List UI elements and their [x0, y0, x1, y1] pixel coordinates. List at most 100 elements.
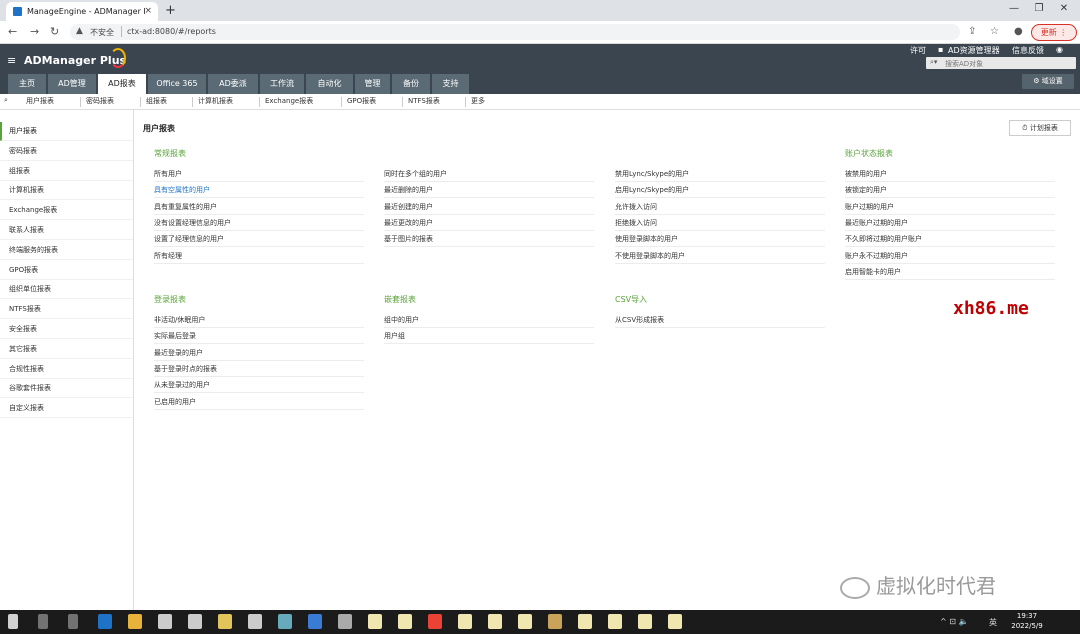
- notepad-icon[interactable]: [668, 614, 682, 629]
- profile-icon[interactable]: ●: [1014, 26, 1023, 37]
- nav-tab[interactable]: Office 365: [148, 74, 206, 94]
- sidebar-item[interactable]: Exchange报表: [0, 201, 133, 221]
- report-link[interactable]: 最近创建的用户: [384, 202, 433, 212]
- close-window-icon[interactable]: ✕: [1052, 3, 1076, 14]
- subnav-item[interactable]: 计算机报表: [198, 96, 233, 106]
- nav-tab[interactable]: AD管理: [48, 74, 96, 94]
- report-link[interactable]: 所有经理: [154, 251, 182, 261]
- report-link[interactable]: 使用登录脚本的用户: [615, 234, 678, 244]
- report-link[interactable]: 基于登录时点的报表: [154, 364, 217, 374]
- sidebar-item[interactable]: 谷歌套件报表: [0, 379, 133, 399]
- schedule-report-button[interactable]: ⏱ 计划报表: [1009, 120, 1071, 136]
- browser-tab[interactable]: ManageEngine - ADManager P ×: [6, 2, 158, 21]
- reload-icon[interactable]: ↻: [50, 25, 59, 38]
- report-link[interactable]: 启用Lync/Skype的用户: [615, 185, 689, 195]
- report-link[interactable]: 基于图片的报表: [384, 234, 433, 244]
- ime-indicator[interactable]: 英: [989, 617, 997, 628]
- report-link[interactable]: 最近账户过期的用户: [845, 218, 908, 228]
- windows-start-icon[interactable]: [8, 614, 18, 629]
- update-button[interactable]: 更新 ⋮: [1031, 24, 1077, 41]
- terminal-icon[interactable]: [248, 614, 262, 629]
- nav-tab[interactable]: 自动化: [306, 74, 353, 94]
- report-link[interactable]: 实际最后登录: [154, 331, 196, 341]
- url-text[interactable]: ctx-ad:8080/#/reports: [127, 27, 216, 36]
- search-icon[interactable]: [38, 614, 48, 629]
- sidebar-item[interactable]: 自定义报表: [0, 399, 133, 419]
- feedback-link[interactable]: 信息反馈: [1012, 45, 1044, 56]
- subnav-item[interactable]: NTFS报表: [408, 96, 440, 106]
- report-link[interactable]: 不久即将过期的用户账户: [845, 234, 922, 244]
- report-link[interactable]: 用户组: [384, 331, 405, 341]
- sidebar-item[interactable]: 安全报表: [0, 320, 133, 339]
- restore-icon[interactable]: ❐: [1027, 3, 1051, 14]
- edge-icon[interactable]: [98, 614, 112, 629]
- nav-tab[interactable]: 管理: [355, 74, 390, 94]
- license-link[interactable]: 许可: [910, 45, 926, 56]
- nav-tab[interactable]: AD委派: [208, 74, 258, 94]
- notepad-icon[interactable]: [458, 614, 472, 629]
- report-link[interactable]: 被锁定的用户: [845, 185, 887, 195]
- sidebar-item[interactable]: NTFS报表: [0, 300, 133, 320]
- notepad-icon[interactable]: [578, 614, 592, 629]
- domain-settings-button[interactable]: ⚙ 域设置: [1022, 74, 1074, 89]
- report-link[interactable]: 非活动/休眠用户: [154, 315, 205, 325]
- report-link[interactable]: 已启用的用户: [154, 397, 196, 407]
- report-link[interactable]: 从CSV形成报表: [615, 315, 664, 325]
- nav-tab[interactable]: AD报表: [98, 74, 146, 94]
- back-icon[interactable]: ←: [8, 25, 17, 38]
- report-link[interactable]: 不使用登录脚本的用户: [615, 251, 685, 261]
- app-icon[interactable]: [548, 614, 562, 629]
- app-icon[interactable]: [278, 614, 292, 629]
- report-link[interactable]: 设置了经理信息的用户: [154, 234, 224, 244]
- report-link[interactable]: 所有用户: [154, 169, 182, 179]
- report-link[interactable]: 从未登录过的用户: [154, 380, 210, 390]
- chrome-icon[interactable]: [428, 614, 442, 629]
- report-link[interactable]: 账户过期的用户: [845, 202, 894, 212]
- report-link[interactable]: 组中的用户: [384, 315, 419, 325]
- search-box[interactable]: ⌕▾ 搜索AD对象: [926, 57, 1076, 69]
- app-logo[interactable]: ADManager Plus: [24, 48, 126, 68]
- report-link[interactable]: 最近删除的用户: [384, 185, 433, 195]
- report-link[interactable]: 同时在多个组的用户: [384, 169, 447, 179]
- subnav-item[interactable]: GPO报表: [347, 96, 376, 106]
- report-link[interactable]: 最近登录的用户: [154, 348, 203, 358]
- sidebar-item[interactable]: 用户报表: [0, 122, 133, 141]
- close-tab-icon[interactable]: ×: [144, 6, 152, 16]
- sidebar-item[interactable]: 联系人报表: [0, 221, 133, 240]
- sidebar-item[interactable]: 组织单位报表: [0, 280, 133, 300]
- notepad-icon[interactable]: [638, 614, 652, 629]
- menu-icon[interactable]: ≡: [7, 54, 16, 67]
- notepad-icon[interactable]: [398, 614, 412, 629]
- report-link[interactable]: 禁用Lync/Skype的用户: [615, 169, 689, 179]
- clock[interactable]: 19:37 2022/5/9: [1002, 611, 1052, 631]
- report-link[interactable]: 允许拨入访问: [615, 202, 657, 212]
- star-icon[interactable]: ☆: [990, 26, 999, 37]
- subnav-item[interactable]: 用户报表: [26, 96, 54, 106]
- forward-icon[interactable]: →: [30, 25, 39, 38]
- file-explorer-icon[interactable]: [128, 614, 142, 629]
- report-link[interactable]: 具有重复属性的用户: [154, 202, 217, 212]
- sidebar-item[interactable]: GPO报表: [0, 261, 133, 280]
- task-view-icon[interactable]: [68, 614, 78, 629]
- sidebar-item[interactable]: 密码报表: [0, 142, 133, 161]
- subnav-search-icon[interactable]: ⌕: [4, 96, 8, 105]
- notepad-icon[interactable]: [368, 614, 382, 629]
- notepad-icon[interactable]: [608, 614, 622, 629]
- subnav-item[interactable]: 更多: [471, 96, 485, 106]
- app-icon[interactable]: [338, 614, 352, 629]
- warning-icon[interactable]: ▲: [76, 26, 83, 36]
- app-icon[interactable]: [218, 614, 232, 629]
- subnav-item[interactable]: 组报表: [146, 96, 167, 106]
- sidebar-item[interactable]: 计算机报表: [0, 181, 133, 201]
- subnav-item[interactable]: Exchange报表: [265, 96, 313, 106]
- sidebar-item[interactable]: 合规性报表: [0, 360, 133, 379]
- omnibox[interactable]: ▲ 不安全 ctx-ad:8080/#/reports: [70, 24, 960, 40]
- report-link[interactable]: 没有设置经理信息的用户: [154, 218, 231, 228]
- report-link[interactable]: 拒绝拨入访问: [615, 218, 657, 228]
- app-icon[interactable]: [308, 614, 322, 629]
- notepad-icon[interactable]: [488, 614, 502, 629]
- nav-tab[interactable]: 备份: [392, 74, 430, 94]
- nav-tab[interactable]: 支持: [432, 74, 469, 94]
- share-icon[interactable]: ⇪: [968, 26, 976, 37]
- report-link[interactable]: 具有空属性的用户: [154, 185, 210, 195]
